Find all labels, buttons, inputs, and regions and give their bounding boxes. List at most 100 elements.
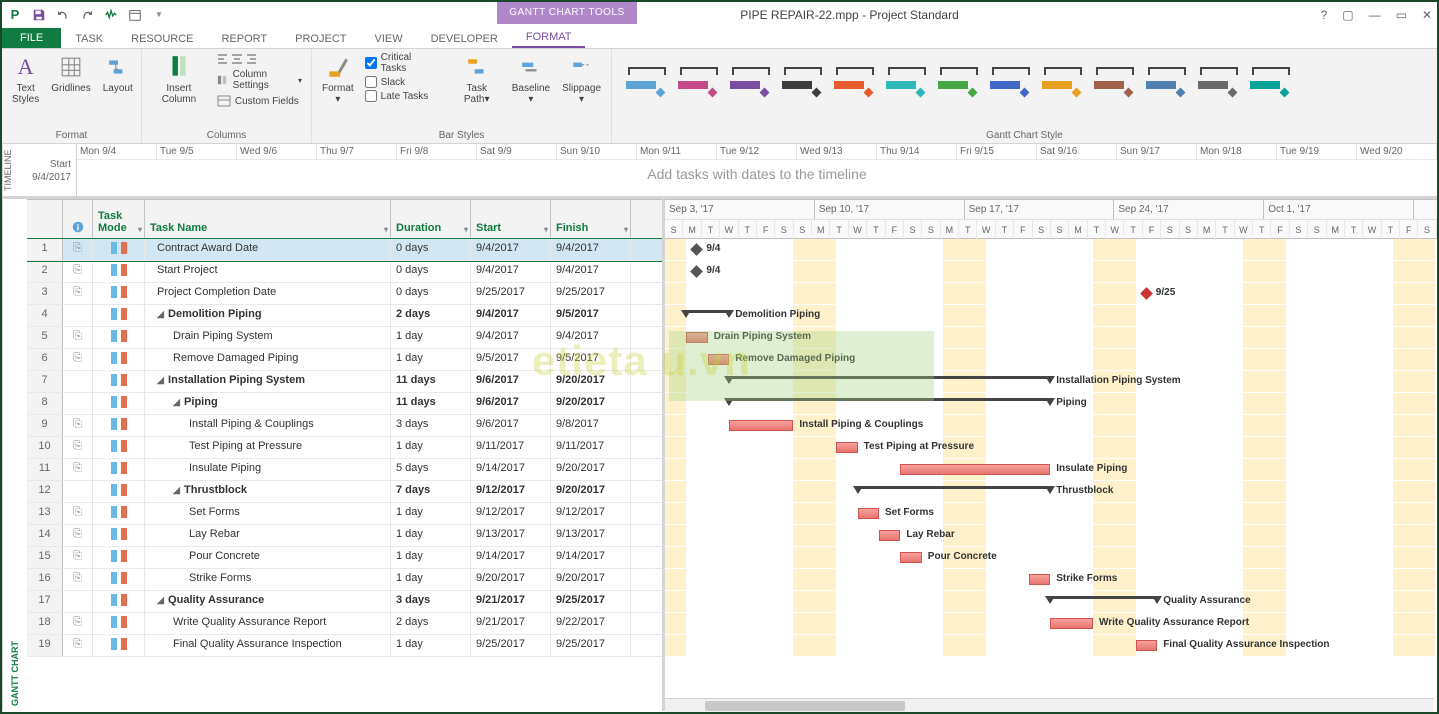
- gantt-style-swatch[interactable]: [1040, 59, 1086, 99]
- finish-cell[interactable]: 9/4/2017: [551, 261, 631, 282]
- duration-cell[interactable]: 0 days: [391, 239, 471, 260]
- task-name-cell[interactable]: Lay Rebar: [145, 525, 391, 546]
- task-mode-cell[interactable]: [93, 349, 145, 370]
- finish-cell[interactable]: 9/25/2017: [551, 283, 631, 304]
- gantt-style-swatch[interactable]: [676, 59, 722, 99]
- column-settings-button[interactable]: Column Settings▾: [214, 67, 305, 93]
- row-number[interactable]: 9: [27, 415, 63, 436]
- duration-cell[interactable]: 2 days: [391, 305, 471, 326]
- start-cell[interactable]: 9/21/2017: [471, 613, 551, 634]
- critical-tasks-checkbox[interactable]: Critical Tasks: [362, 51, 438, 75]
- row-number[interactable]: 7: [27, 371, 63, 392]
- table-row[interactable]: 11⎘Insulate Piping5 days9/14/20179/20/20…: [27, 459, 662, 481]
- task-table[interactable]: i Task Mode▾ Task Name▾ Duration▾ Start▾…: [27, 199, 665, 711]
- tab-view[interactable]: VIEW: [360, 30, 416, 48]
- help-icon[interactable]: ?: [1321, 8, 1328, 22]
- start-cell[interactable]: 9/6/2017: [471, 371, 551, 392]
- finish-cell[interactable]: 9/20/2017: [551, 459, 631, 480]
- start-header[interactable]: Start▾: [471, 200, 551, 238]
- task-bar[interactable]: [686, 332, 707, 343]
- table-row[interactable]: 13⎘Set Forms1 day9/12/20179/12/2017: [27, 503, 662, 525]
- summary-bar[interactable]: [858, 486, 1051, 494]
- task-mode-header[interactable]: Task Mode▾: [93, 200, 145, 238]
- task-name-cell[interactable]: ◢ Installation Piping System: [145, 371, 391, 392]
- task-mode-cell[interactable]: [93, 393, 145, 414]
- close-icon[interactable]: ✕: [1422, 8, 1432, 22]
- row-number[interactable]: 16: [27, 569, 63, 590]
- task-bar[interactable]: [1050, 618, 1093, 629]
- summary-bar[interactable]: [1050, 596, 1157, 604]
- baseline-button[interactable]: Baseline▾: [508, 51, 554, 107]
- table-row[interactable]: 1⎘Contract Award Date0 days9/4/20179/4/2…: [27, 239, 662, 261]
- task-name-cell[interactable]: Remove Damaged Piping: [145, 349, 391, 370]
- start-cell[interactable]: 9/4/2017: [471, 305, 551, 326]
- task-mode-cell[interactable]: [93, 239, 145, 260]
- start-cell[interactable]: 9/4/2017: [471, 261, 551, 282]
- task-name-cell[interactable]: Final Quality Assurance Inspection: [145, 635, 391, 656]
- duration-cell[interactable]: 7 days: [391, 481, 471, 502]
- table-row[interactable]: 5⎘Drain Piping System1 day9/4/20179/4/20…: [27, 327, 662, 349]
- outline-toggle-icon[interactable]: ◢: [157, 375, 165, 386]
- start-cell[interactable]: 9/14/2017: [471, 459, 551, 480]
- row-number[interactable]: 17: [27, 591, 63, 612]
- task-mode-cell[interactable]: [93, 569, 145, 590]
- duration-cell[interactable]: 1 day: [391, 569, 471, 590]
- start-cell[interactable]: 9/5/2017: [471, 349, 551, 370]
- row-number[interactable]: 15: [27, 547, 63, 568]
- finish-cell[interactable]: 9/20/2017: [551, 481, 631, 502]
- task-bar[interactable]: [836, 442, 857, 453]
- row-number[interactable]: 14: [27, 525, 63, 546]
- table-row[interactable]: 15⎘Pour Concrete1 day9/14/20179/14/2017: [27, 547, 662, 569]
- start-cell[interactable]: 9/12/2017: [471, 503, 551, 524]
- tab-task[interactable]: TASK: [61, 30, 117, 48]
- calendar-icon[interactable]: [124, 5, 146, 25]
- task-name-cell[interactable]: Project Completion Date: [145, 283, 391, 304]
- start-cell[interactable]: 9/13/2017: [471, 525, 551, 546]
- duration-cell[interactable]: 0 days: [391, 283, 471, 304]
- task-bar[interactable]: [900, 464, 1050, 475]
- tab-resource[interactable]: RESOURCE: [117, 30, 207, 48]
- minimize-icon[interactable]: —: [1369, 8, 1381, 22]
- slack-checkbox[interactable]: Slack: [362, 75, 438, 89]
- task-name-cell[interactable]: Strike Forms: [145, 569, 391, 590]
- horizontal-scrollbar[interactable]: [665, 698, 1434, 712]
- start-cell[interactable]: 9/12/2017: [471, 481, 551, 502]
- task-name-cell[interactable]: ◢ Piping: [145, 393, 391, 414]
- gantt-style-swatch[interactable]: [1196, 59, 1242, 99]
- task-name-cell[interactable]: Contract Award Date: [145, 239, 391, 260]
- table-row[interactable]: 2⎘Start Project0 days9/4/20179/4/2017: [27, 261, 662, 283]
- finish-cell[interactable]: 9/8/2017: [551, 415, 631, 436]
- layout-button[interactable]: Layout: [99, 51, 137, 96]
- finish-header[interactable]: Finish▾: [551, 200, 631, 238]
- duration-cell[interactable]: 1 day: [391, 437, 471, 458]
- duration-cell[interactable]: 1 day: [391, 349, 471, 370]
- task-bar[interactable]: [1029, 574, 1050, 585]
- gantt-style-swatch[interactable]: [1144, 59, 1190, 99]
- summary-bar[interactable]: [729, 376, 1050, 384]
- task-name-cell[interactable]: Drain Piping System: [145, 327, 391, 348]
- table-row[interactable]: 12◢ Thrustblock7 days9/12/20179/20/2017: [27, 481, 662, 503]
- custom-fields-button[interactable]: Custom Fields: [214, 93, 305, 109]
- undo-icon[interactable]: [52, 5, 74, 25]
- start-cell[interactable]: 9/25/2017: [471, 283, 551, 304]
- start-cell[interactable]: 9/11/2017: [471, 437, 551, 458]
- table-row[interactable]: 3⎘Project Completion Date0 days9/25/2017…: [27, 283, 662, 305]
- gantt-chart[interactable]: Sep 3, '17Sep 10, '17Sep 17, '17Sep 24, …: [665, 199, 1437, 711]
- tab-format[interactable]: FORMAT: [512, 28, 586, 48]
- table-row[interactable]: 16⎘Strike Forms1 day9/20/20179/20/2017: [27, 569, 662, 591]
- timeline-placeholder[interactable]: Add tasks with dates to the timeline: [77, 160, 1437, 182]
- redo-icon[interactable]: [76, 5, 98, 25]
- start-cell[interactable]: 9/14/2017: [471, 547, 551, 568]
- table-row[interactable]: 4◢ Demolition Piping2 days9/4/20179/5/20…: [27, 305, 662, 327]
- finish-cell[interactable]: 9/4/2017: [551, 327, 631, 348]
- gantt-style-swatch[interactable]: [624, 59, 670, 99]
- outline-toggle-icon[interactable]: ◢: [157, 595, 165, 606]
- task-mode-cell[interactable]: [93, 327, 145, 348]
- table-row[interactable]: 18⎘Write Quality Assurance Report2 days9…: [27, 613, 662, 635]
- task-name-cell[interactable]: Start Project: [145, 261, 391, 282]
- task-name-cell[interactable]: ◢ Quality Assurance: [145, 591, 391, 612]
- table-row[interactable]: 8◢ Piping11 days9/6/20179/20/2017: [27, 393, 662, 415]
- gantt-style-swatch[interactable]: [832, 59, 878, 99]
- gantt-style-swatch[interactable]: [780, 59, 826, 99]
- tab-report[interactable]: REPORT: [208, 30, 282, 48]
